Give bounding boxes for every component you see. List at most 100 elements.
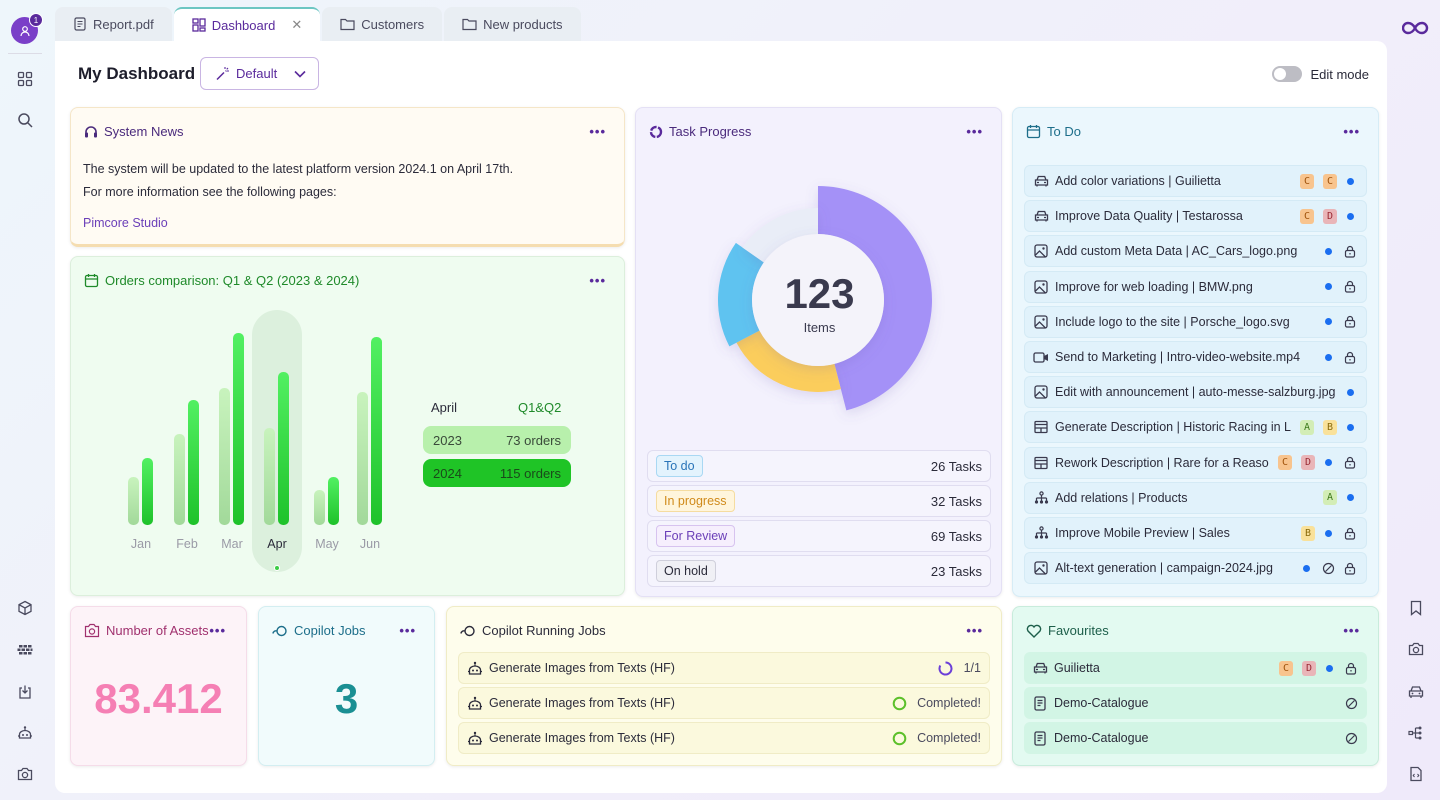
bar-may-2024[interactable] — [328, 477, 339, 525]
tab-report-pdf[interactable]: Report.pdf — [55, 7, 172, 41]
bar-apr-2023[interactable] — [264, 427, 275, 525]
bar-feb-2024[interactable] — [188, 399, 199, 525]
status-dot — [1325, 529, 1332, 537]
todo-item[interactable]: Add color variations | Guilietta C C — [1024, 165, 1367, 197]
workflow-badge: C — [1323, 173, 1337, 189]
legend-row-2023: 2023 73 orders — [423, 426, 571, 454]
edit-mode-toggle[interactable] — [1272, 66, 1303, 82]
favourite-item[interactable]: Demo-Catalogue — [1024, 687, 1367, 719]
widget-menu-button[interactable]: ••• — [966, 623, 983, 638]
todo-item[interactable]: Include logo to the site | Porsche_logo.… — [1024, 305, 1367, 338]
cube-icon[interactable] — [13, 596, 37, 620]
job-status: Completed! — [891, 695, 981, 711]
bricks-icon[interactable] — [13, 637, 37, 661]
robot-icon[interactable] — [13, 721, 37, 745]
task-status-row[interactable]: To do 26 Tasks — [647, 450, 991, 482]
search-icon[interactable] — [13, 108, 37, 132]
job-label: Generate Images from Texts (HF) — [489, 696, 675, 710]
orders-comparison-widget: Orders comparison: Q1 & Q2 (2023 & 2024)… — [70, 256, 625, 596]
todo-item[interactable]: Generate Description | Historic Racing i… — [1024, 411, 1367, 444]
workflow-badge: C — [1278, 455, 1292, 471]
item-label: Guilietta — [1054, 661, 1100, 675]
todo-item[interactable]: Edit with announcement | auto-messe-salz… — [1024, 376, 1367, 409]
task-status-row[interactable]: For Review 69 Tasks — [647, 520, 991, 552]
widget-menu-button[interactable]: ••• — [1343, 124, 1360, 139]
tab-customers[interactable]: Customers — [322, 7, 443, 41]
legend-value: 115 orders — [499, 465, 561, 481]
copilot-job-row[interactable]: Generate Images from Texts (HF) Completed… — [458, 722, 990, 754]
copilot-job-row[interactable]: Generate Images from Texts (HF) Completed… — [458, 687, 990, 719]
todo-item[interactable]: Add custom Meta Data | AC_Cars_logo.png — [1024, 235, 1367, 268]
widget-menu-button[interactable]: ••• — [399, 623, 416, 638]
tab-new-products[interactable]: New products — [444, 7, 581, 41]
user-icon — [19, 25, 30, 36]
import-icon[interactable] — [13, 680, 37, 704]
status-dot — [1325, 283, 1332, 291]
selected-month-highlight[interactable] — [252, 310, 302, 572]
bar-jun-2023[interactable] — [357, 391, 368, 525]
layout-icon — [1033, 455, 1049, 471]
lock-icon — [1343, 660, 1359, 676]
workflow-badge: D — [1323, 208, 1337, 224]
user-avatar[interactable]: 1 — [11, 13, 43, 44]
copilot-job-row[interactable]: Generate Images from Texts (HF) 1/1 — [458, 652, 990, 684]
widget-menu-button[interactable]: ••• — [589, 124, 606, 139]
todo-item[interactable]: Send to Marketing | Intro-video-website.… — [1024, 341, 1367, 373]
lock-icon — [1342, 525, 1358, 541]
bar-mar-2024[interactable] — [233, 333, 244, 525]
todo-item[interactable]: Improve Mobile Preview | Sales B — [1024, 517, 1367, 549]
completed-circle-icon — [891, 695, 907, 711]
item-label: Add color variations | Guilietta — [1055, 174, 1221, 188]
camera-icon[interactable] — [13, 762, 37, 786]
code-file-icon[interactable] — [1404, 762, 1428, 786]
legend-month: April — [431, 400, 458, 415]
favourite-item[interactable]: Guilietta C D — [1024, 652, 1367, 684]
bookmark-icon[interactable] — [1404, 596, 1428, 620]
lock-icon — [1342, 279, 1358, 295]
favourite-item[interactable]: Demo-Catalogue — [1024, 722, 1367, 754]
todo-item[interactable]: Rework Description | Rare for a Reason -… — [1024, 446, 1367, 479]
copilot-icon — [460, 625, 475, 636]
data-object-tree-icon[interactable] — [1404, 721, 1428, 745]
folder-icon — [340, 18, 355, 31]
legend-value: 73 orders — [506, 432, 561, 448]
widget-menu-button[interactable]: ••• — [1343, 623, 1360, 638]
tab-label: Report.pdf — [93, 16, 154, 32]
task-status-row[interactable]: On hold 23 Tasks — [647, 555, 991, 587]
bar-jan-2024[interactable] — [142, 458, 153, 525]
bar-jan-2023[interactable] — [128, 477, 139, 525]
sidebar-divider — [8, 53, 42, 54]
dashboard-nav-icon[interactable] — [13, 67, 37, 91]
todo-item[interactable]: Alt-text generation | campaign-2024.jpg — [1024, 552, 1367, 585]
bar-may-2023[interactable] — [314, 490, 325, 525]
dashboard-select[interactable]: Default — [200, 57, 319, 90]
todo-item[interactable]: Add relations | Products A — [1024, 481, 1367, 514]
image-icon — [1033, 560, 1049, 576]
status-dot — [1325, 459, 1332, 467]
selected-month-indicator — [274, 565, 280, 571]
bar-feb-2023[interactable] — [174, 434, 185, 525]
widget-menu-button[interactable]: ••• — [209, 623, 226, 638]
car-icon[interactable] — [1404, 680, 1428, 704]
todo-item[interactable]: Improve Data Quality | Testarossa C D — [1024, 200, 1367, 233]
task-status-row[interactable]: In progress 32 Tasks — [647, 485, 991, 517]
x-tick-label: Apr — [267, 537, 287, 551]
bar-mar-2023[interactable] — [219, 387, 230, 525]
copilot-jobs-count: 3 — [334, 675, 359, 722]
camera-icon[interactable] — [1404, 637, 1428, 661]
workflow-badge: C — [1279, 660, 1293, 676]
status-dot — [1325, 318, 1332, 326]
bar-jun-2024[interactable] — [371, 337, 382, 525]
video-icon — [1033, 349, 1049, 365]
close-tab-icon[interactable]: ✕ — [291, 17, 302, 33]
assets-count: 83.412 — [94, 675, 223, 722]
tab-dashboard[interactable]: Dashboard ✕ — [173, 7, 321, 41]
item-label: Generate Description | Historic Racing i… — [1055, 420, 1291, 435]
pimcore-studio-link[interactable]: Pimcore Studio — [83, 216, 168, 230]
infinity-logo-icon[interactable] — [1401, 16, 1430, 40]
x-tick-label: May — [315, 537, 339, 551]
camera-icon — [84, 623, 100, 638]
bar-apr-2024[interactable] — [278, 371, 289, 525]
news-text: The system will be updated to the latest… — [83, 162, 514, 176]
todo-item[interactable]: Improve for web loading | BMW.png — [1024, 270, 1367, 303]
